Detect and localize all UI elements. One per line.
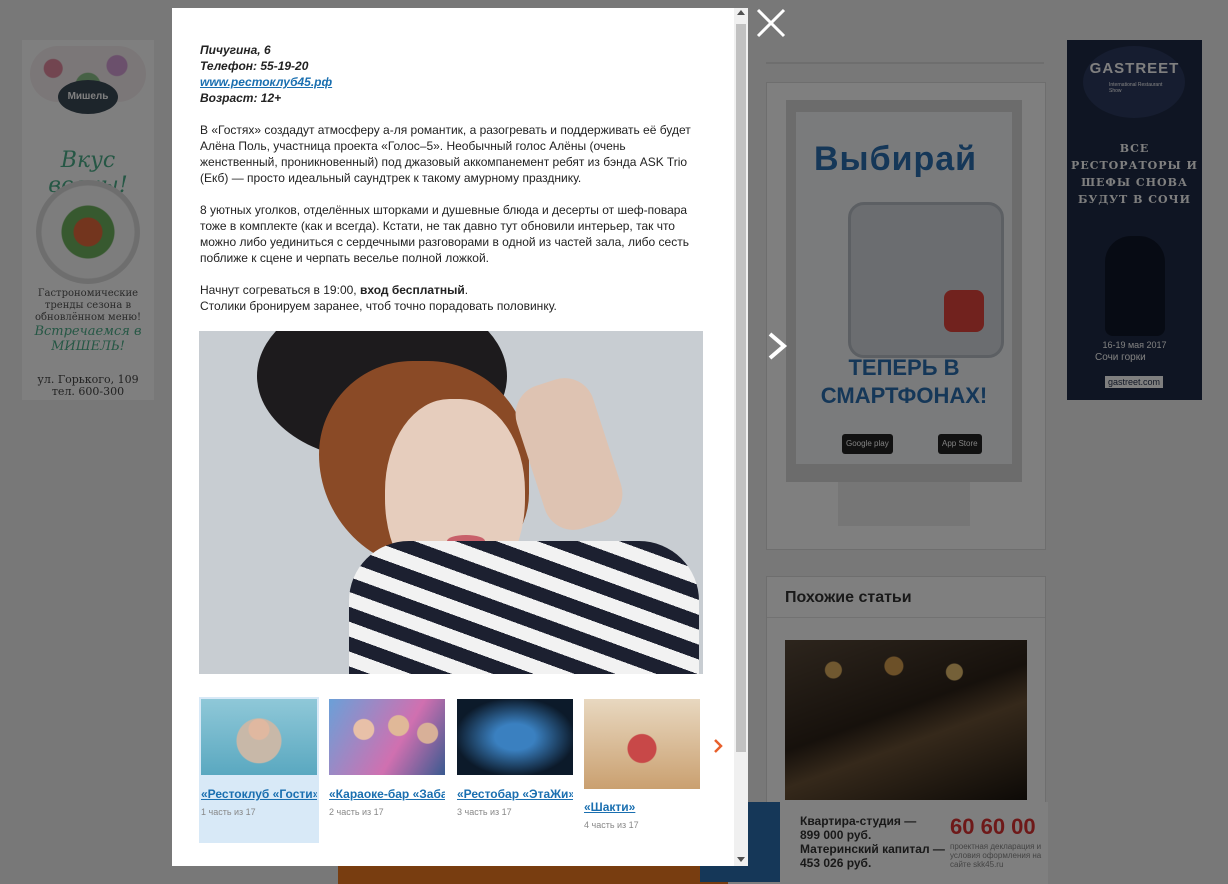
thumbnail-image (457, 699, 573, 775)
thumbnail-caption[interactable]: «Рестоклуб «Гости» (201, 787, 317, 801)
next-slide-button[interactable] (764, 328, 790, 364)
article-paragraph-2: 8 уютных уголков, отделённых шторками и … (200, 203, 689, 265)
article-paragraph-3: Начнут согреваться в 19:00, вход бесплат… (200, 282, 706, 314)
thumbnail-strip: «Рестоклуб «Гости» 1 часть из 17 «Караок… (199, 697, 729, 845)
thumbnail-caption[interactable]: «Шакти» (584, 800, 700, 814)
para3-line2: Столики бронируем заранее, чтоб точно по… (200, 299, 557, 313)
article-photo (199, 331, 703, 674)
thumbnail-caption[interactable]: «Караоке-бар «Забава» (329, 787, 445, 801)
thumbnail-item[interactable]: «Караоке-бар «Забава» 2 часть из 17 (327, 697, 447, 843)
thumbnail-item[interactable]: «Рестоклуб «Гости» 1 часть из 17 (199, 697, 319, 843)
venue-address: Пичугина, 6 (200, 43, 271, 57)
thumbnail-part: 2 часть из 17 (329, 807, 384, 817)
thumbnail-item[interactable]: «Рестобар «ЭтаЖи» 3 часть из 17 (455, 697, 575, 843)
thumbnail-part: 1 часть из 17 (201, 807, 256, 817)
para3-end: . (464, 283, 469, 297)
thumbnail-image (329, 699, 445, 775)
striped-shirt-shape (349, 541, 699, 674)
para3-bold: вход бесплатный (359, 283, 465, 297)
scrollbar-thumb[interactable] (736, 24, 746, 752)
venue-info: Пичугина, 6 Телефон: 55-19-20 www.ресток… (200, 42, 332, 106)
chevron-right-icon[interactable] (712, 736, 726, 756)
thumbnail-image (201, 699, 317, 775)
scroll-up-arrow-icon[interactable] (737, 10, 745, 15)
thumbnail-part: 4 часть из 17 (584, 820, 639, 830)
gallery-modal: Пичугина, 6 Телефон: 55-19-20 www.ресток… (172, 8, 748, 866)
thumbnail-caption[interactable]: «Рестобар «ЭтаЖи» (457, 787, 573, 801)
close-button[interactable] (754, 6, 788, 40)
chevron-right-icon (768, 332, 788, 360)
venue-age: Возраст: 12+ (200, 91, 282, 105)
scroll-down-arrow-icon[interactable] (737, 857, 745, 862)
thumbnail-image (584, 699, 700, 789)
modal-scrollbar[interactable] (734, 8, 748, 866)
venue-website-link[interactable]: www.рестоклуб45.рф (200, 75, 332, 89)
article-paragraph-1: В «Гостях» создадут атмосферу а-ля роман… (200, 123, 691, 185)
thumbnail-part: 3 часть из 17 (457, 807, 512, 817)
close-icon (756, 8, 786, 38)
venue-phone: Телефон: 55-19-20 (200, 59, 309, 73)
para3-start: Начнут согреваться в 19:00, (200, 283, 360, 297)
thumbnail-item[interactable]: «Шакти» 4 часть из 17 (582, 697, 702, 843)
